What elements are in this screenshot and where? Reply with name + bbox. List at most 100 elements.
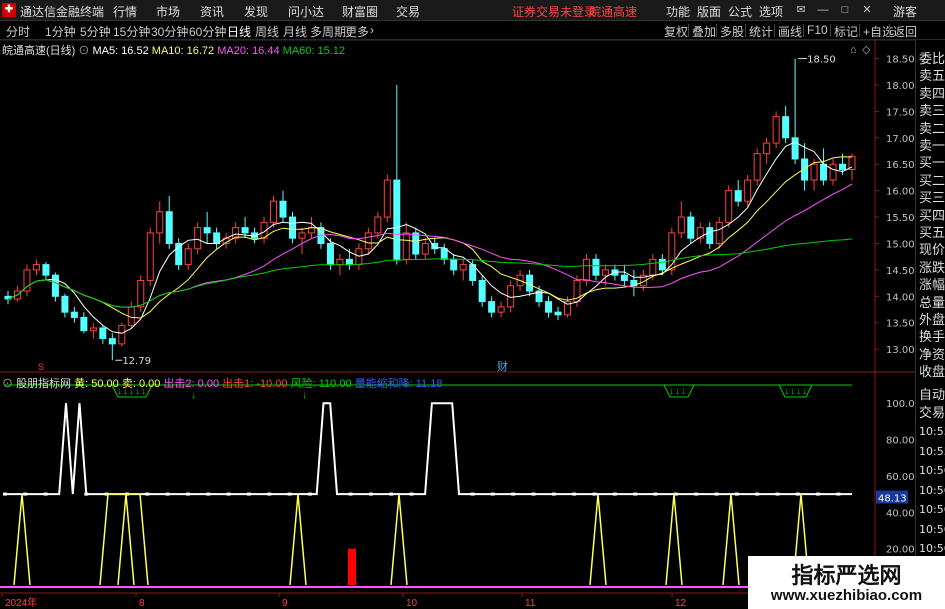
btn-fuquan[interactable]: 复权 [664,23,688,40]
btn-biaoji[interactable]: 标记 [834,23,858,40]
menu-wenxiaoda[interactable]: 问小达 [288,3,324,20]
tab-fenshi[interactable]: 分时 [6,23,30,40]
tab-more[interactable]: 更多 [345,23,369,40]
series-dot [551,492,556,496]
candle-body [184,248,192,266]
down-arrow-icon: ↓ [802,386,807,397]
series-dot [84,492,89,496]
series-dot [389,492,394,496]
menu-gongshi[interactable]: 公式 [728,3,752,20]
candle-body [497,306,505,313]
high-price-label: 18.50 [807,55,836,66]
minimize-icon[interactable]: — [817,4,829,16]
menu-faxian[interactable]: 发现 [244,3,268,20]
trade-label[interactable]: 自动 [919,384,945,403]
candle-body [336,258,344,266]
price-tick-label: 16.00 [886,187,915,198]
stock-title: 皖通高速 [589,5,638,19]
menu-xuanxiang[interactable]: 选项 [759,3,783,20]
date-tick-label: 10 [406,598,418,609]
menu-shichang[interactable]: 市场 [156,3,180,20]
indicator-tick-label: 80.00 [886,436,915,447]
price-tick-label: 17.50 [886,107,915,118]
quote-field-label: 卖三 [919,103,945,119]
tab-60min[interactable]: 60分钟 [189,23,226,40]
menu-caifuquan[interactable]: 财富圈 [342,3,378,20]
tab-5min[interactable]: 5分钟 [80,23,111,40]
marker-s: S [38,362,44,372]
tab-monthly[interactable]: 月线 [283,23,307,40]
kline-chart[interactable]: 18.50 12.79 S 财 18.50 18.00 17.50 17.00 16.50 16.… [0,40,915,609]
quote-field-label: 买五 [919,225,945,240]
menu-hangqing[interactable]: 行情 [113,3,137,20]
more-chevron-icon[interactable]: › [370,23,374,37]
series-dot [795,492,800,496]
candle-body [241,227,249,234]
btn-tongji[interactable]: 统计 [749,23,773,40]
chart-settings-icon: ◇ [862,44,871,56]
tab-30min[interactable]: 30分钟 [151,23,188,40]
stock-name-label: 皖通高速(日线) [2,45,76,57]
candle-body [42,264,50,276]
signal-triangle [117,494,135,586]
tab-1min[interactable]: 1分钟 [45,23,76,40]
quote-field-label: 净资 [919,346,945,362]
series-dot [572,492,577,496]
btn-duogu[interactable]: 多股 [720,23,744,40]
tick-time: 10:56 [919,522,945,536]
close-icon[interactable]: ✕ [861,4,873,16]
menu-banmian[interactable]: 版面 [697,3,721,20]
indicator-yellow: 黄: 50.00 [74,378,119,390]
btn-f10[interactable]: F10 [807,23,828,37]
signal-triangle [722,494,740,586]
out1-bar [348,548,356,585]
tab-daily[interactable]: 日线 [227,23,251,40]
series-dot [836,492,841,496]
indicator-toggle-icon[interactable]: ⊙ [2,378,13,390]
indicator-name: 股朋指标网 [16,378,72,390]
price-tick-label: 18.00 [886,81,915,92]
menu-jiaoyi[interactable]: 交易 [396,3,420,20]
candle-body [298,232,306,239]
candle-body [108,338,116,345]
tab-multiperiod[interactable]: 多周期 [310,23,346,40]
candle-body [412,232,420,255]
ma60-label: MA60: 15.12 [282,45,346,57]
series-dot [246,492,251,496]
btn-huaxian[interactable]: 画线 [778,23,802,40]
candle-body [288,216,296,239]
tab-weekly[interactable]: 周线 [255,23,279,40]
quote-side-panel: 委比 卖五 卖四 卖三 卖二 卖一 买一 买二 买三 买四 买五 现价 涨跌 涨幅 总量 外盘 换手 净资 收盘 自动… [915,40,945,609]
tick-time: 10:56 [919,483,945,497]
btn-diejia[interactable]: 叠加 [692,23,716,40]
user-label[interactable]: 游客 [893,3,917,20]
menu-gongneng[interactable]: 功能 [666,3,690,20]
login-status[interactable]: 证券交易未登录 [512,3,596,20]
candle-body [450,258,458,271]
price-tick-label: 14.00 [886,292,915,303]
candle-body [146,232,154,281]
tick-time: 10:56 [919,503,945,516]
series-dot [307,492,312,496]
candle-body [478,279,486,303]
tab-15min[interactable]: 15分钟 [113,23,150,40]
price-tick-label: 16.50 [886,160,915,171]
maximize-icon[interactable]: □ [839,4,851,16]
btn-fanhui[interactable]: 返回 [893,23,917,40]
ma5-line [7,141,853,334]
candle-body [374,216,382,234]
date-tick-label: 12 [675,598,687,609]
candle-body [70,311,78,318]
candle-body [592,258,600,276]
tick-time: 10:56 [919,542,945,555]
indicator-out1: 出击1: -10.00 [222,378,288,390]
series-dot [511,492,516,496]
candle-body [810,163,818,181]
candle-body [582,258,590,281]
legend-toggle-icon[interactable]: ⊙ [78,45,89,57]
message-icon[interactable]: ✉ [793,4,809,16]
menu-zixun[interactable]: 资讯 [200,3,224,20]
toolbar-divider [774,24,775,37]
trade-label[interactable]: 交易 [919,402,945,421]
price-tick-label: 13.00 [886,345,915,356]
